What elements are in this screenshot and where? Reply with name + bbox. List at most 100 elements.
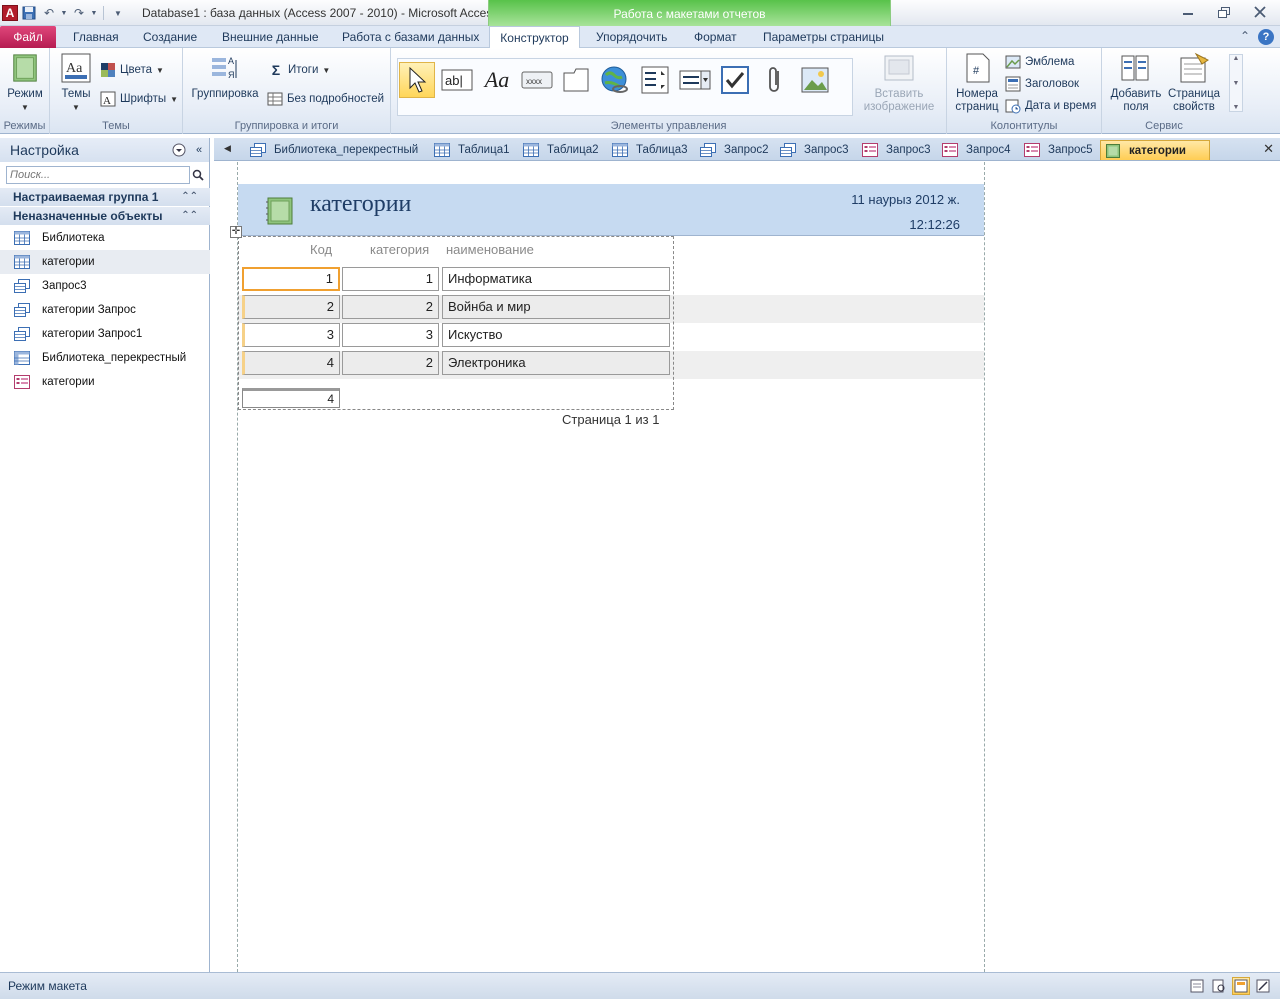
tab-file[interactable]: Файл <box>0 26 56 48</box>
nav-item[interactable]: Библиотека <box>0 226 210 250</box>
add-existing-fields-button[interactable]: Добавить поля <box>1106 52 1166 114</box>
tab-arrange[interactable]: Упорядочить <box>588 26 675 48</box>
report-title[interactable]: категории <box>310 191 411 218</box>
button-control-icon[interactable]: xxxx <box>519 62 555 98</box>
cell-name[interactable]: Электроника <box>442 351 670 375</box>
cell-code[interactable]: 4 <box>242 351 340 375</box>
search-icon[interactable] <box>190 166 206 184</box>
collapse-pane-icon[interactable]: « <box>191 142 207 158</box>
tab-create[interactable]: Создание <box>135 26 205 48</box>
nav-group-unassigned[interactable]: Неназначенные объекты ⌃⌃ <box>0 207 210 225</box>
document-tab[interactable]: Запрос3 <box>776 140 857 160</box>
nav-pane-header[interactable]: Настройка « <box>0 138 209 162</box>
nav-item[interactable]: категории <box>0 370 210 394</box>
report-header-band[interactable]: категории 11 наурыз 2012 ж. 12:12:26 <box>238 184 984 236</box>
minimize-ribbon-icon[interactable]: ⌃ <box>1240 29 1250 45</box>
cell-code[interactable]: 2 <box>242 295 340 319</box>
help-icon[interactable]: ? <box>1258 29 1274 45</box>
nav-item[interactable]: Библиотека_перекрестный <box>0 346 210 370</box>
fonts-button[interactable]: A Шрифты ▼ <box>100 91 178 107</box>
report-view-icon[interactable] <box>1188 977 1206 995</box>
nav-item[interactable]: Запрос3 <box>0 274 210 298</box>
undo-icon[interactable]: ↶ <box>40 4 58 22</box>
logo-button[interactable]: Эмблема <box>1005 54 1074 70</box>
minimize-icon[interactable] <box>1174 3 1202 21</box>
nav-item[interactable]: категории <box>0 250 210 274</box>
document-tab[interactable]: Таблица2 <box>519 140 607 160</box>
undo-dropdown-icon[interactable]: ▼ <box>60 4 68 22</box>
nav-group-custom-1[interactable]: Настраиваемая группа 1 ⌃⌃ <box>0 188 210 206</box>
hyperlink-globe-icon[interactable] <box>597 62 633 98</box>
cell-category[interactable]: 2 <box>342 351 439 375</box>
document-tab[interactable]: Запрос5 <box>1020 140 1099 160</box>
design-view-icon[interactable] <box>1254 977 1272 995</box>
tab-design[interactable]: Конструктор <box>489 26 580 49</box>
tab-format[interactable]: Формат <box>686 26 745 48</box>
redo-icon[interactable]: ↷ <box>70 4 88 22</box>
redo-dropdown-icon[interactable]: ▼ <box>90 4 98 22</box>
cell-category[interactable]: 1 <box>342 267 439 291</box>
close-icon[interactable] <box>1246 3 1274 21</box>
document-tab[interactable]: Таблица1 <box>430 140 518 160</box>
group-sort-button[interactable]: АЯ Группировка <box>189 52 261 101</box>
document-tab[interactable]: Запрос2 <box>696 140 775 160</box>
close-document-icon[interactable]: ✕ <box>1263 141 1274 157</box>
totals-button[interactable]: Σ Итоги ▼ <box>268 62 331 78</box>
nav-item[interactable]: категории Запрос1 <box>0 322 210 346</box>
document-tab[interactable]: Запрос4 <box>938 140 1019 160</box>
collapse-group-icon[interactable]: ⌃⌃ <box>181 188 198 206</box>
report-time[interactable]: 12:12:26 <box>909 217 960 232</box>
collapse-group-icon[interactable]: ⌃⌃ <box>181 207 198 225</box>
combo-box-icon[interactable] <box>677 62 713 98</box>
document-tab[interactable]: категории <box>1100 140 1210 160</box>
nav-menu-dropdown-icon[interactable] <box>171 142 187 158</box>
gallery-more-icon[interactable]: ▼ <box>1233 104 1240 111</box>
tab-control-icon[interactable] <box>559 62 595 98</box>
title-button[interactable]: Заголовок <box>1005 76 1079 92</box>
textbox-control-icon[interactable]: ab| <box>439 62 475 98</box>
column-header-code[interactable]: Код <box>310 242 332 257</box>
hide-details-button[interactable]: Без подробностей <box>267 91 384 107</box>
tab-page-setup[interactable]: Параметры страницы <box>755 26 892 48</box>
checkbox-control-icon[interactable] <box>717 62 753 98</box>
tab-database-tools[interactable]: Работа с базами данных <box>334 26 487 48</box>
report-logo-icon[interactable] <box>266 196 294 226</box>
view-mode-button[interactable]: Режим ▼ <box>6 52 44 114</box>
colors-button[interactable]: Цвета ▼ <box>100 62 164 78</box>
column-header-name[interactable]: наименование <box>446 242 534 257</box>
attachment-paperclip-icon[interactable] <box>757 62 793 98</box>
gallery-up-icon[interactable]: ▲ <box>1233 55 1240 62</box>
customize-qat-icon[interactable]: ▼ <box>109 4 127 22</box>
image-control-icon[interactable] <box>797 62 833 98</box>
cell-code[interactable]: 1 <box>242 267 340 291</box>
save-icon[interactable] <box>20 4 38 22</box>
navigation-control-icon[interactable] <box>637 62 673 98</box>
nav-item[interactable]: категории Запрос <box>0 298 210 322</box>
label-control-icon[interactable]: Aa <box>479 62 515 98</box>
themes-button[interactable]: Aa Темы ▼ <box>58 52 94 114</box>
tab-external-data[interactable]: Внешние данные <box>214 26 327 48</box>
date-time-button[interactable]: Дата и время <box>1005 98 1096 114</box>
page-numbers-button[interactable]: # Номера страниц <box>953 52 1001 114</box>
page-number[interactable]: Страница 1 из 1 <box>562 412 659 427</box>
tab-home[interactable]: Главная <box>65 26 127 48</box>
layout-view-icon[interactable] <box>1232 977 1250 995</box>
document-tab[interactable]: Библиотека_перекрестный <box>246 140 428 160</box>
report-date[interactable]: 11 наурыз 2012 ж. <box>851 192 960 207</box>
cell-category[interactable]: 2 <box>342 295 439 319</box>
cell-code[interactable]: 3 <box>242 323 340 347</box>
record-count-total[interactable]: 4 <box>242 388 340 408</box>
property-sheet-button[interactable]: Страница свойств <box>1166 52 1222 114</box>
restore-icon[interactable] <box>1210 3 1238 21</box>
access-app-icon[interactable]: A <box>2 5 18 21</box>
insert-image-button[interactable]: Вставить изображение <box>857 52 941 114</box>
select-pointer-icon[interactable] <box>399 62 435 98</box>
document-tab[interactable]: Таблица3 <box>608 140 695 160</box>
cell-name[interactable]: Войнба и мир <box>442 295 670 319</box>
gallery-down-icon[interactable]: ▼ <box>1233 80 1240 87</box>
scroll-tabs-left-icon[interactable]: ◀ <box>224 143 231 154</box>
layout-move-handle-icon[interactable]: ✛ <box>230 226 242 238</box>
cell-name[interactable]: Искуство <box>442 323 670 347</box>
nav-search-input[interactable] <box>6 166 190 184</box>
cell-name[interactable]: Информатика <box>442 267 670 291</box>
